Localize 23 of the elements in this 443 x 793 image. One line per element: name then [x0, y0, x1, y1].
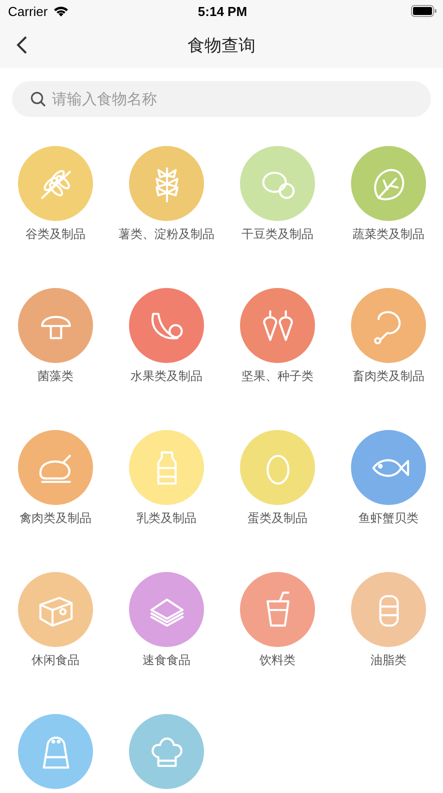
category-button[interactable]: 薯类、淀粉及制品	[111, 146, 222, 274]
category-button[interactable]: 蔬菜类及制品	[333, 146, 443, 274]
category-button[interactable]: 饮料类	[222, 572, 333, 700]
category-button[interactable]: 油脂类	[333, 572, 443, 700]
category-button[interactable]: 休闲食品	[0, 572, 111, 700]
category-button[interactable]: 菌藻类	[0, 288, 111, 416]
page-title: 食物查询	[188, 34, 256, 56]
category-button[interactable]: 禽肉类及制品	[0, 430, 111, 558]
chevron-left-icon	[16, 35, 28, 55]
carrier-name: Carrier	[8, 4, 48, 18]
battery-icon	[411, 5, 437, 17]
clock-time: 5:14 PM	[198, 4, 248, 18]
category-button[interactable]: 谷类及制品	[0, 146, 111, 274]
wifi-icon	[52, 5, 69, 17]
category-button[interactable]: 坚果、种子类	[222, 288, 333, 416]
category-button[interactable]: 乳类及制品	[111, 430, 222, 558]
category-button[interactable]: 速食食品	[111, 572, 222, 700]
category-button[interactable]: 蛋类及制品	[222, 430, 333, 558]
category-button[interactable]: 畜肉类及制品	[333, 288, 443, 416]
search-field[interactable]: 请输入食物名称	[12, 81, 431, 117]
category-button[interactable]: 干豆类及制品	[222, 146, 333, 274]
category-button[interactable]: 水果类及制品	[111, 288, 222, 416]
category-button[interactable]: 鱼虾蟹贝类	[333, 430, 443, 558]
